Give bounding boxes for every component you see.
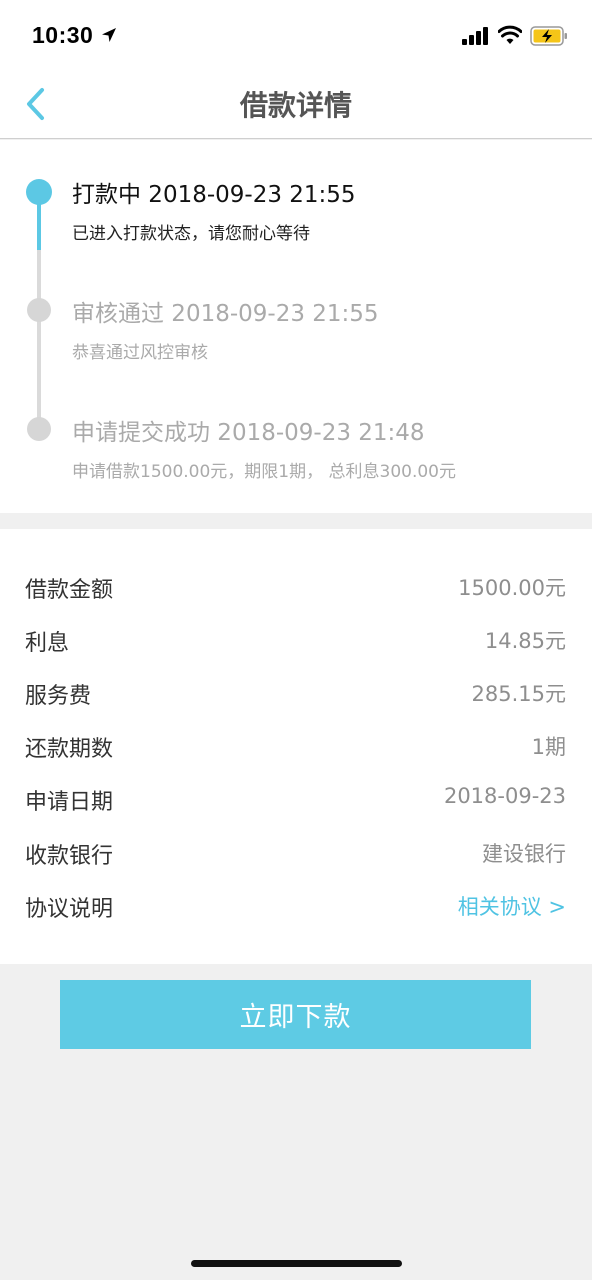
timeline-dot (27, 417, 51, 441)
timeline-step-title: 审核通过 2018-09-23 21:55 (72, 301, 379, 327)
home-indicator[interactable] (191, 1260, 402, 1267)
detail-label: 借款金额 (25, 578, 114, 603)
agreement-link[interactable]: 相关协议 > (458, 891, 566, 921)
timeline-step-subtitle: 已进入打款状态，请您耐心等待 (72, 224, 310, 244)
detail-value: 285.15元 (471, 682, 566, 706)
detail-value: 1500.00元 (458, 576, 566, 600)
nav-bar: 借款详情 (0, 70, 592, 139)
detail-row-agreement: 协议说明 相关协议 > (0, 879, 592, 932)
detail-value: 2018-09-23 (443, 784, 566, 808)
cellular-signal-icon (462, 27, 488, 45)
detail-row-bank: 收款银行 建设银行 (0, 826, 592, 879)
timeline-step-title: 申请提交成功 2018-09-23 21:48 (72, 420, 425, 446)
detail-row-installments: 还款期数 1期 (0, 719, 592, 772)
detail-label: 申请日期 (25, 790, 114, 815)
status-time: 10:30 (32, 22, 94, 48)
detail-row-interest: 利息 14.85元 (0, 613, 592, 666)
loan-details: 借款金额 1500.00元 利息 14.85元 服务费 285.15元 还款期数… (0, 529, 592, 964)
detail-value: 1期 (531, 735, 566, 759)
detail-value: 建设银行 (482, 842, 566, 866)
detail-label: 收款银行 (25, 844, 114, 869)
detail-label: 服务费 (25, 684, 92, 709)
detail-label: 协议说明 (25, 897, 114, 922)
detail-row-apply-date: 申请日期 2018-09-23 (0, 772, 592, 825)
timeline-dot (27, 298, 51, 322)
detail-row-service-fee: 服务费 285.15元 (0, 666, 592, 719)
timeline-dot-active (26, 179, 52, 205)
detail-label: 利息 (25, 631, 70, 656)
detail-label: 还款期数 (25, 737, 114, 762)
timeline-step-title: 打款中 2018-09-23 21:55 (72, 182, 356, 208)
detail-row-loan-amount: 借款金额 1500.00元 (0, 560, 592, 613)
location-arrow-icon (102, 28, 116, 42)
timeline-line (37, 320, 41, 428)
status-bar: 10:30 (0, 0, 592, 70)
timeline-line-active (37, 198, 41, 250)
disburse-now-button[interactable]: 立即下款 (60, 980, 531, 1049)
timeline-step-subtitle: 恭喜通过风控审核 (72, 343, 208, 363)
status-timeline: 打款中 2018-09-23 21:55 已进入打款状态，请您耐心等待 审核通过… (0, 140, 592, 513)
wifi-icon (498, 25, 522, 44)
detail-value: 14.85元 (484, 629, 566, 653)
battery-charging-icon (530, 26, 567, 46)
page-title: 借款详情 (239, 89, 352, 122)
timeline-step-subtitle: 申请借款1500.00元，期限1期， 总利息300.00元 (72, 462, 457, 482)
